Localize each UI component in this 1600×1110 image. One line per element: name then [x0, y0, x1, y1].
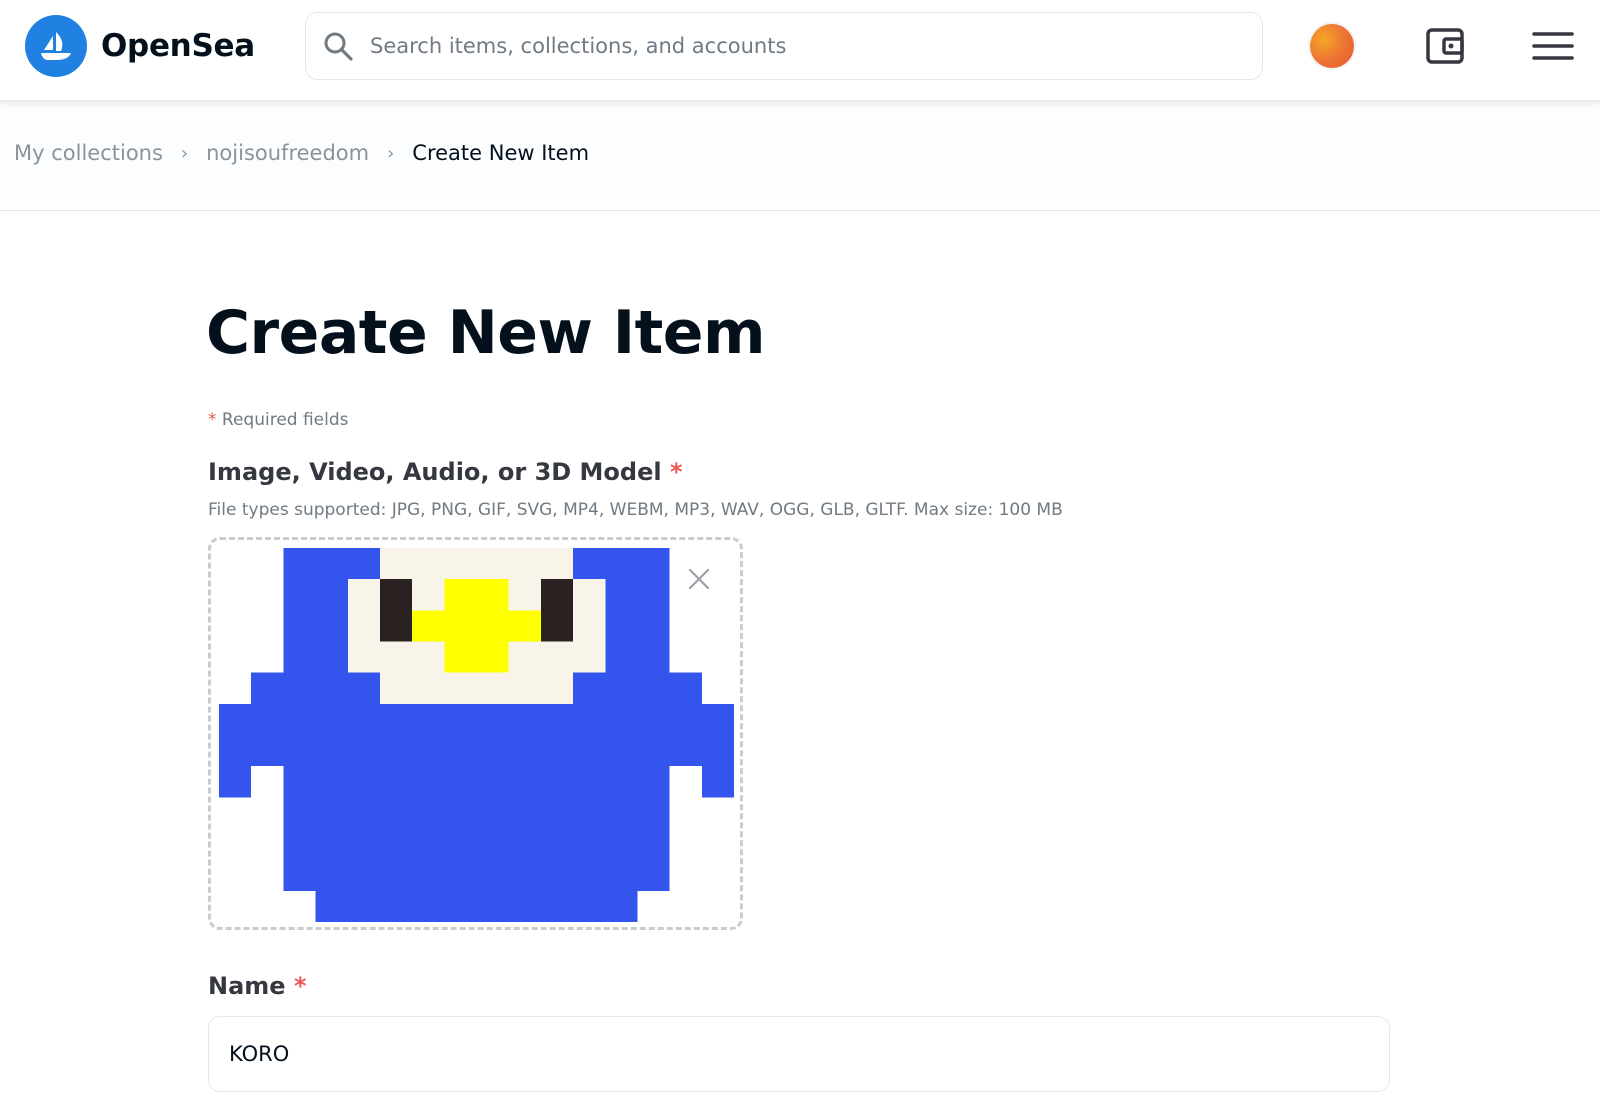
required-note-text: Required fields	[221, 410, 349, 430]
file-types-description: File types supported: JPG, PNG, GIF, SVG…	[208, 500, 1063, 520]
search-bar[interactable]	[305, 12, 1263, 80]
top-navbar: OpenSea	[0, 0, 1600, 101]
avatar[interactable]	[1310, 24, 1354, 68]
required-asterisk: *	[208, 410, 217, 430]
media-label-text: Image, Video, Audio, or 3D Model	[208, 458, 662, 486]
breadcrumb-collection[interactable]: nojisoufreedom	[206, 141, 369, 165]
search-icon	[324, 32, 353, 61]
search-input[interactable]	[370, 34, 1220, 58]
breadcrumb: My collections › nojisoufreedom › Create…	[14, 141, 589, 165]
required-asterisk: *	[669, 458, 683, 486]
required-fields-note: * Required fields	[208, 410, 349, 430]
breadcrumb-my-collections[interactable]: My collections	[14, 141, 163, 165]
breadcrumb-separator: ›	[180, 142, 189, 164]
menu-icon[interactable]	[1532, 28, 1574, 64]
required-asterisk: *	[293, 972, 307, 1000]
remove-image-close-icon[interactable]	[686, 566, 712, 592]
brand-name: OpenSea	[101, 28, 255, 64]
name-field-label: Name *	[208, 972, 307, 1000]
breadcrumb-separator: ›	[387, 142, 395, 164]
name-label-text: Name	[208, 972, 286, 1000]
page-title: Create New Item	[206, 298, 766, 368]
opensea-logo-icon	[25, 15, 87, 77]
media-field-label: Image, Video, Audio, or 3D Model *	[208, 458, 683, 486]
uploaded-image-preview	[219, 548, 734, 922]
media-dropzone[interactable]	[208, 537, 743, 930]
name-input[interactable]	[208, 1016, 1390, 1092]
opensea-logo[interactable]: OpenSea	[25, 15, 255, 77]
breadcrumb-bar: My collections › nojisoufreedom › Create…	[0, 101, 1600, 211]
breadcrumb-current: Create New Item	[412, 141, 590, 165]
wallet-icon[interactable]	[1423, 24, 1467, 68]
